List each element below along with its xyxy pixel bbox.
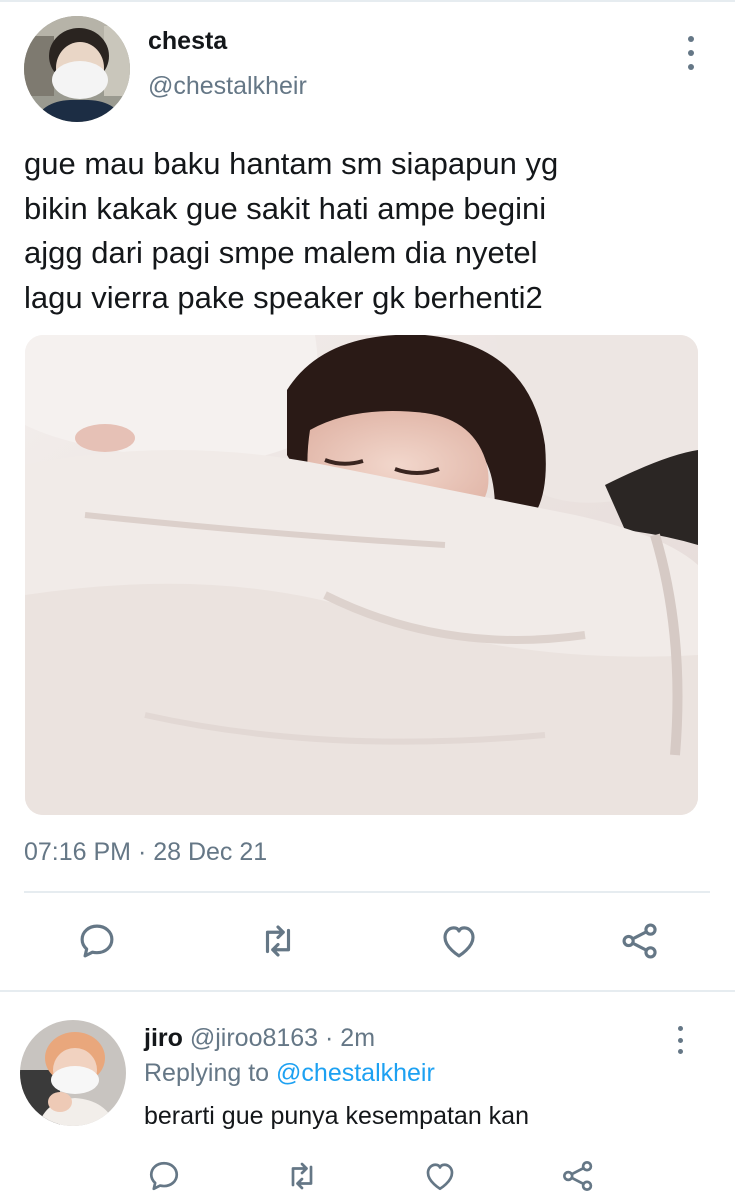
divider — [24, 891, 710, 893]
replying-to: Replying to @chestalkheir — [144, 1059, 435, 1088]
author-avatar[interactable] — [24, 16, 130, 122]
reply-text: berarti gue punya kesempatan kan — [144, 1102, 529, 1130]
tweet-timestamp[interactable]: 07:16 PM · 28 Dec 21 — [24, 838, 267, 867]
share-icon[interactable] — [619, 920, 661, 962]
top-divider — [0, 0, 735, 2]
share-icon[interactable] — [560, 1158, 596, 1194]
retweet-icon[interactable] — [284, 1158, 320, 1194]
replying-to-label: Replying to — [144, 1059, 277, 1087]
reply-author-avatar[interactable] — [20, 1020, 126, 1126]
author-handle[interactable]: @chestalkheir — [148, 72, 307, 101]
reply-handle-time[interactable]: @jiroo8163 · 2m — [183, 1024, 375, 1052]
tweet-text-line: bikin kakak gue sakit hati ampe begini — [24, 190, 547, 226]
replying-to-mention[interactable]: @chestalkheir — [276, 1059, 435, 1087]
tweet-text-line: ajgg dari pagi smpe malem dia nyetel — [24, 235, 538, 270]
author-name[interactable]: chesta — [148, 27, 227, 56]
tweet-text: gue mau baku hantam sm siapapun yg bikin… — [24, 142, 714, 320]
reply-more-options-icon[interactable] — [670, 1026, 690, 1054]
like-icon[interactable] — [438, 920, 480, 962]
reply-author-name[interactable]: jiro — [144, 1024, 183, 1052]
reply-icon[interactable] — [76, 920, 118, 962]
tweet-text-line: gue mau baku hantam sm siapapun yg — [24, 146, 559, 181]
like-icon[interactable] — [422, 1158, 458, 1194]
reply-icon[interactable] — [146, 1158, 182, 1194]
retweet-icon[interactable] — [257, 920, 299, 962]
divider — [0, 990, 735, 992]
reply-header: jiro @jiroo8163 · 2m — [144, 1024, 375, 1053]
tweet-photo[interactable] — [25, 335, 698, 815]
more-options-icon[interactable] — [680, 36, 702, 70]
tweet-text-line: lagu vierra pake speaker gk berhenti2 — [24, 279, 543, 315]
